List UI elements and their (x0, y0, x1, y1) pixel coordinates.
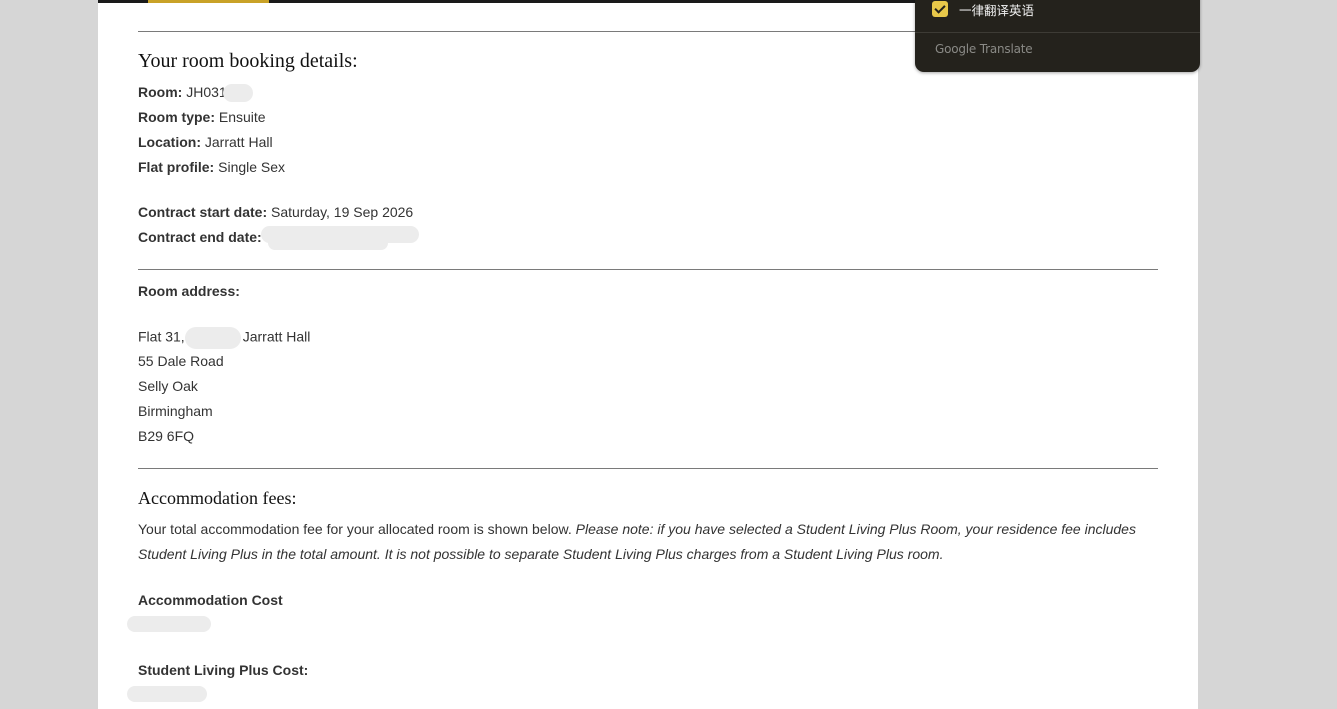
flat-profile-row: Flat profile: Single Sex (138, 158, 285, 176)
accommodation-cost-row: Accommodation Cost (138, 591, 283, 609)
booking-details-heading: Your room booking details: (138, 50, 358, 72)
student-living-plus-label: Student Living Plus Cost: (138, 662, 309, 678)
address-line-1: Flat 31, Jarratt Hall (138, 327, 310, 349)
address-line-4: Birmingham (138, 403, 213, 419)
location-value: Jarratt Hall (204, 134, 273, 150)
fees-intro-text: Your total accommodation fee for your al… (138, 521, 572, 537)
student-living-plus-row: Student Living Plus Cost: (138, 661, 308, 679)
room-row: Room: JH031 (138, 83, 253, 103)
divider (138, 269, 1158, 270)
contract-start-row: Contract start date: Saturday, 19 Sep 20… (138, 203, 413, 221)
flat-profile-value: Single Sex (218, 159, 286, 175)
active-tab-indicator[interactable] (148, 0, 269, 3)
redacted-block (127, 616, 211, 632)
accommodation-cost-label: Accommodation Cost (138, 592, 283, 608)
fees-intro: Your total accommodation fee for your al… (138, 517, 1148, 567)
address-line-1-suffix: Jarratt Hall (242, 328, 311, 345)
redacted-block (268, 236, 388, 250)
location-label: Location: (138, 134, 201, 150)
contract-end-row: Contract end date: (138, 228, 262, 246)
google-translate-brand: Google Translate (935, 42, 1033, 56)
checkbox-checked-icon[interactable] (932, 1, 948, 17)
room-value: JH031 (186, 84, 227, 100)
contract-start-value: Saturday, 19 Sep 2026 (271, 204, 414, 220)
always-translate-label: 一律翻译英语 (959, 2, 1035, 18)
redacted-block (222, 84, 253, 103)
redacted-block (184, 327, 241, 349)
room-address-label-row: Room address: (138, 282, 240, 300)
room-type-value: Ensuite (218, 109, 266, 125)
popup-divider (915, 32, 1200, 33)
address-line-3: Selly Oak (138, 378, 198, 394)
contract-end-label: Contract end date: (138, 229, 262, 245)
booking-page: Your room booking details: Room: JH031 R… (98, 0, 1198, 709)
always-translate-option[interactable]: 一律翻译英语 (932, 0, 1034, 18)
room-label: Room: (138, 84, 183, 100)
room-address-label: Room address: (138, 283, 240, 299)
contract-start-label: Contract start date: (138, 204, 268, 220)
flat-profile-label: Flat profile: (138, 159, 215, 175)
location-row: Location: Jarratt Hall (138, 133, 273, 151)
accommodation-fees-heading: Accommodation fees: (138, 488, 297, 508)
room-type-label: Room type: (138, 109, 215, 125)
address-line-5: B29 6FQ (138, 428, 195, 444)
address-line-1-prefix: Flat 31, (138, 328, 185, 345)
redacted-block (127, 686, 207, 702)
address-line-2: 55 Dale Road (138, 353, 224, 369)
google-translate-popup: 一律翻译英语 Google Translate (915, 0, 1200, 72)
room-type-row: Room type: Ensuite (138, 108, 266, 126)
divider (138, 468, 1158, 469)
